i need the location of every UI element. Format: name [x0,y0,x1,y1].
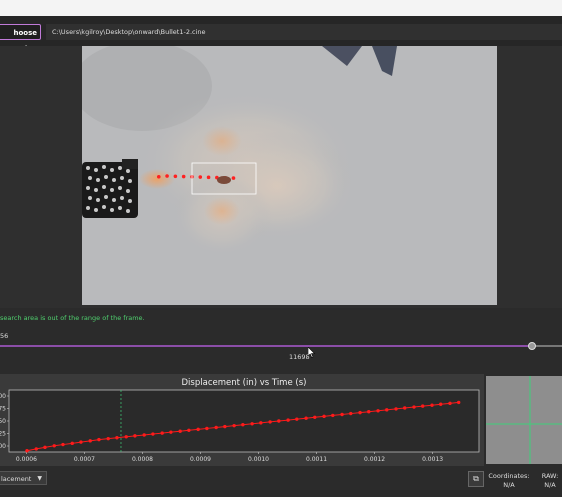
bullet [217,176,231,184]
data-point [286,418,290,422]
current-frame-label: 11698 [289,353,310,361]
plot-mode-select[interactable]: lacement ▼ [0,471,47,485]
data-point [403,406,407,410]
external-link-button[interactable]: ⧉ [468,471,484,487]
data-point [25,449,29,453]
plot-mode-value: lacement [1,475,32,483]
muzzle-flash [139,169,175,189]
data-point [421,404,425,408]
trail-point [206,175,211,180]
data-point [88,439,92,443]
data-point [106,436,110,441]
file-path-field[interactable]: C:\Users\kgilroy\Desktop\onward\Bullet1-… [46,24,562,40]
y-tick-label: 75 [0,406,6,413]
status-message: search area is out of the range of the f… [0,314,145,322]
chevron-down-icon: ▼ [37,475,42,482]
gun-muzzle [82,159,138,218]
data-point [232,423,236,428]
frame-slider-track[interactable] [0,345,532,347]
chart-title: Displacement (in) vs Time (s) [182,378,307,388]
data-point [142,433,146,437]
data-point [124,435,128,439]
data-point [412,405,416,409]
data-point [160,431,164,435]
frame-slider-handle[interactable] [527,342,536,350]
data-point [79,440,83,444]
data-point [43,445,47,450]
raw-label: RAW: [541,472,559,480]
data-point [115,436,119,440]
data-point [34,447,38,451]
mouse-cursor-icon [308,347,316,358]
data-point [133,434,137,438]
data-point [340,412,344,417]
data-point [448,401,452,406]
data-point [151,432,155,436]
trail-point [198,175,203,179]
y-tick-label: 00 [0,443,6,450]
data-point [439,402,443,406]
data-point [205,426,209,431]
data-point [259,421,263,425]
data-point [52,444,56,448]
x-tick-label: 0.0007 [74,456,95,463]
data-point [322,414,326,419]
trail-point [181,174,186,179]
data-point [70,441,74,446]
x-tick-label: 0.0011 [306,456,327,463]
x-tick-label: 0.0009 [190,456,211,463]
y-tick-label: 50 [0,418,6,425]
data-point [250,422,254,426]
data-point [97,437,101,442]
data-point [295,417,299,421]
data-point [196,427,200,432]
trail-point [231,176,236,180]
data-point [178,429,182,433]
title-bar [0,0,562,16]
data-point [241,423,245,427]
x-tick-label: 0.0008 [132,456,153,463]
data-point [268,420,272,424]
trail-point [165,174,169,178]
data-point [349,411,353,416]
data-point [313,415,317,419]
raw-value: N/A [544,481,556,489]
data-point [61,442,65,447]
x-tick-label: 0.0006 [16,456,37,463]
data-point [394,407,398,411]
data-point [169,430,173,434]
x-tick-label: 0.0012 [364,456,385,463]
data-point [456,400,461,405]
y-tick-label: 00 [0,393,6,400]
frame-slider-remaining[interactable] [531,345,562,347]
data-point [304,416,308,420]
data-point [430,403,434,407]
muzzle-flash [202,126,242,156]
data-point [187,428,191,432]
coordinates-value: N/A [503,481,515,489]
data-point [223,424,227,429]
data-point [385,408,389,412]
data-point [277,419,281,423]
trail-point [173,174,178,179]
video-frame[interactable] [82,46,497,305]
data-point [214,425,218,430]
y-tick-label: 25 [0,431,6,438]
x-tick-label: 0.0013 [422,456,443,463]
coordinates-label: Coordinates: [488,472,530,480]
data-point [358,410,362,415]
frame-start-label: 56 [0,332,9,340]
muzzle-flash [204,197,240,225]
zoom-preview-crosshair [486,376,562,464]
x-tick-label: 0.0010 [248,456,269,463]
trail-point [156,174,161,179]
choose-cine-button[interactable]: hoose Cine [0,24,41,53]
data-point [331,413,335,418]
displacement-chart[interactable]: Displacement (in) vs Time (s) 00 75 50 25 00… [0,374,484,466]
data-point [376,409,380,413]
external-link-icon: ⧉ [473,474,479,483]
data-point [367,410,371,414]
